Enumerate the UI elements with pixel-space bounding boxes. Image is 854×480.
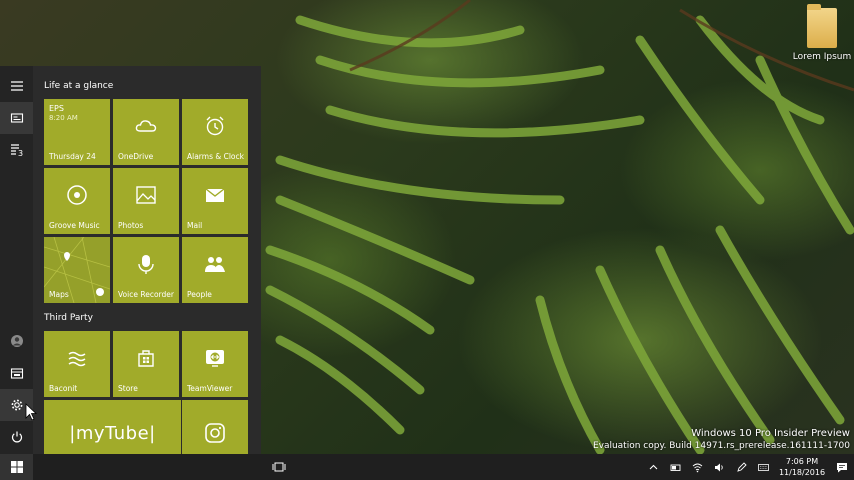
all-apps-badge: 3 [18, 149, 24, 158]
mouse-cursor-icon [25, 403, 37, 421]
build-watermark: Windows 10 Pro Insider Preview Evaluatio… [593, 428, 850, 452]
tile-maps[interactable]: Maps [44, 237, 110, 303]
start-menu: 3 Life at a glance EPS 8:20 AM Thursday … [0, 66, 261, 466]
task-view-button[interactable] [268, 454, 290, 480]
touch-keyboard-button[interactable] [752, 454, 774, 480]
tile-label: TeamViewer [187, 384, 233, 393]
watermark-build: Evaluation copy. Build 14971.rs_prerelea… [592, 441, 850, 451]
music-disc-icon [67, 185, 87, 205]
tile-groove-music[interactable]: Groove Music [44, 168, 110, 234]
tile-label: Maps [49, 290, 69, 299]
calendar-event-title: EPS [49, 104, 64, 113]
photos-icon [136, 186, 156, 204]
all-apps-button[interactable]: 3 [0, 134, 33, 166]
tile-people[interactable]: People [182, 237, 248, 303]
baconit-icon [68, 351, 86, 367]
tablet-mode-button[interactable] [664, 454, 686, 480]
tiles-area: Life at a glance EPS 8:20 AM Thursday 24… [33, 66, 261, 466]
desktop-folder-icon[interactable]: Lorem Ipsum [792, 4, 852, 62]
tile-alarms[interactable]: Alarms & Clock [182, 99, 248, 165]
tile-label: People [187, 290, 212, 299]
tile-voice-recorder[interactable]: Voice Recorder [113, 237, 179, 303]
tile-label: Store [118, 384, 138, 393]
watermark-edition: Windows 10 Pro Insider Preview [691, 428, 850, 439]
tile-mail[interactable]: Mail [182, 168, 248, 234]
action-center-button[interactable] [830, 454, 854, 480]
battery-icon [670, 464, 680, 471]
group-title-third-party: Third Party [44, 313, 93, 323]
microphone-icon [138, 255, 154, 274]
show-hidden-icons-button[interactable] [642, 454, 664, 480]
clock-date: 11/18/2016 [778, 468, 826, 477]
instagram-icon [205, 423, 225, 443]
calendar-event-time: 8:20 AM [49, 114, 78, 122]
tile-label: Groove Music [49, 221, 100, 230]
tile-calendar[interactable]: EPS 8:20 AM Thursday 24 [44, 99, 110, 165]
user-avatar [10, 335, 23, 347]
windows-logo-icon [10, 461, 23, 473]
speaker-icon [714, 463, 723, 471]
teamviewer-icon [206, 350, 224, 367]
taskbar-clock[interactable]: 7:06 PM 11/18/2016 [774, 456, 830, 478]
hamburger-icon [10, 81, 23, 91]
user-button[interactable] [0, 325, 33, 357]
tile-label: OneDrive [118, 152, 154, 161]
store-icon [138, 350, 154, 367]
hamburger-button[interactable] [0, 70, 33, 102]
folder-icon [807, 4, 837, 48]
desktop-icon-label: Lorem Ipsum [792, 52, 852, 62]
tile-label: Mail [187, 221, 203, 230]
tile-store[interactable]: Store [113, 331, 179, 397]
pen-workspace-button[interactable] [730, 454, 752, 480]
notification-icon [837, 462, 847, 472]
clock-time: 7:06 PM [785, 457, 819, 466]
tile-label: Voice Recorder [118, 290, 174, 299]
pen-icon [736, 461, 747, 472]
chevron-up-icon [649, 464, 657, 469]
tile-label: Thursday 24 [49, 152, 96, 161]
system-tray: 7:06 PM 11/18/2016 [642, 454, 854, 480]
volume-button[interactable] [708, 454, 730, 480]
tiles-view-button[interactable] [0, 102, 33, 134]
task-view-icon [272, 462, 286, 472]
people-icon [205, 257, 225, 272]
tile-label: Photos [118, 221, 144, 230]
tile-photos[interactable]: Photos [113, 168, 179, 234]
start-button[interactable] [0, 454, 33, 480]
wifi-icon [692, 463, 702, 472]
tiles-icon [10, 113, 23, 123]
keyboard-icon [757, 463, 769, 471]
tile-label: Baconit [49, 384, 78, 393]
start-menu-rail: 3 [0, 66, 33, 454]
gear-icon [11, 399, 22, 411]
taskbar: 7:06 PM 11/18/2016 [0, 454, 854, 480]
tile-teamviewer[interactable]: TeamViewer [182, 331, 248, 397]
file-explorer-button[interactable] [0, 357, 33, 389]
tile-baconit[interactable]: Baconit [44, 331, 110, 397]
alarm-clock-icon [206, 116, 224, 136]
cloud-icon [135, 120, 157, 132]
power-icon [11, 431, 22, 443]
group-title-life: Life at a glance [44, 81, 114, 91]
explorer-icon [10, 368, 23, 379]
mail-icon [205, 188, 225, 202]
tile-label: Alarms & Clock [187, 152, 244, 161]
power-button[interactable] [0, 421, 33, 453]
tile-onedrive[interactable]: OneDrive [113, 99, 179, 165]
network-button[interactable] [686, 454, 708, 480]
